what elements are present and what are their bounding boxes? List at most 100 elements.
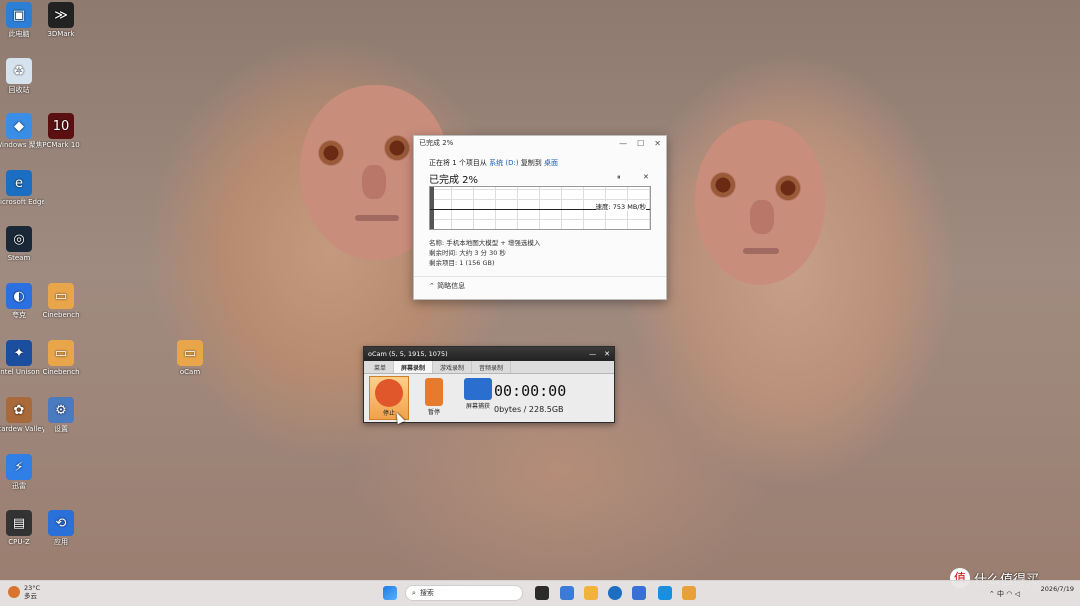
desktop-icon[interactable]: ▭ oCam xyxy=(165,340,215,377)
volume-icon: ◁ xyxy=(1014,590,1020,598)
ocam-title: oCam (5, 5, 1915, 1075) xyxy=(368,350,448,358)
app-icon: ◎ xyxy=(6,226,32,252)
app-icon: ▤ xyxy=(6,510,32,536)
monkey-eye xyxy=(384,135,410,161)
taskbar-clock[interactable]: 2026/7/19 xyxy=(1041,585,1074,593)
desktop-icon[interactable]: ⟲ 应用 xyxy=(36,510,86,547)
task-view-icon[interactable] xyxy=(535,586,549,600)
store-icon[interactable] xyxy=(632,586,646,600)
desktop-icon-label: Cinebench xyxy=(42,368,80,376)
clock-date: 2026/7/19 xyxy=(1040,585,1074,593)
monkey-mouth xyxy=(743,248,779,254)
recording-size: 0bytes / 228.5GB xyxy=(494,405,564,414)
copy-percent-label: 已完成 2% xyxy=(429,175,479,186)
app-icon: ⚙ xyxy=(48,397,74,423)
weather-temp: 23°C xyxy=(24,584,41,592)
app-icon: 10 xyxy=(48,113,74,139)
tray-chevron-icon: ⌃ xyxy=(988,590,995,598)
cancel-copy-button[interactable]: ✕ xyxy=(643,173,649,181)
weather-desc: 多云 xyxy=(24,592,37,600)
file-explorer-icon[interactable] xyxy=(584,586,598,600)
ocam-tab[interactable]: 游戏录制 xyxy=(433,361,473,373)
desktop-icon[interactable]: ♻ 回收站 xyxy=(0,58,44,95)
less-details-button[interactable]: ⌃ 简略信息 xyxy=(429,281,465,291)
app-icon: ♻ xyxy=(6,58,32,84)
file-copy-dialog[interactable]: 已完成 2% — ☐ ✕ 正在将 1 个项目从 系统 (D:) 复制到 桌面 已… xyxy=(413,135,667,300)
recording-timer: 00:00:00 xyxy=(494,382,567,400)
taskbar-app-icon[interactable] xyxy=(560,586,574,600)
desktop-icon[interactable]: e Microsoft Edge xyxy=(0,170,44,207)
app-icon: ⚡ xyxy=(6,454,32,480)
chevron-up-icon: ⌃ xyxy=(429,282,435,290)
copy-status-prefix: 正在将 1 个项目从 xyxy=(429,159,487,167)
app-icon: ◐ xyxy=(6,283,32,309)
stop-record-icon xyxy=(375,379,403,407)
app-icon: ▭ xyxy=(48,283,74,309)
app-icon: e xyxy=(6,170,32,196)
ime-indicator[interactable]: 中 xyxy=(997,590,1004,598)
desktop-icon[interactable]: ▭ Cinebench xyxy=(36,283,86,320)
ocam-taskbar-icon[interactable] xyxy=(682,586,696,600)
pause-button[interactable]: ⏸ xyxy=(617,173,621,182)
desktop-icon[interactable]: ⚙ 设置 xyxy=(36,397,86,434)
desktop-icon-label: PCMark 10 xyxy=(42,141,80,149)
minimize-icon[interactable]: — xyxy=(619,139,627,148)
ocam-tab-bar: 菜单 屏幕录制 游戏录制 音频录制 xyxy=(364,361,614,374)
app-icon: ⟲ xyxy=(48,510,74,536)
tool-label: 屏幕捕获 xyxy=(465,403,490,410)
desktop-icon-label: 3DMark xyxy=(47,30,75,38)
ocam-tab[interactable]: 菜单 xyxy=(367,361,395,373)
copy-destination-link[interactable]: 桌面 xyxy=(544,159,558,167)
copy-name-line: 名称: 手机本地图大模型 + 增强选模入 xyxy=(429,239,541,247)
screen-capture-button[interactable]: 屏幕捕获 xyxy=(459,376,497,418)
monkey-eye xyxy=(318,140,344,166)
copy-dialog-titlebar[interactable]: 已完成 2% — ☐ ✕ xyxy=(414,136,666,150)
desktop-icon[interactable]: ◎ Steam xyxy=(0,226,44,263)
edge-browser-icon[interactable] xyxy=(608,586,622,600)
copy-status-mid: 复制到 xyxy=(520,159,542,167)
copy-source-link[interactable]: 系统 (D:) xyxy=(489,159,518,167)
desktop-icon[interactable]: 10 PCMark 10 xyxy=(36,113,86,150)
copy-speed-graph: 速度: 753 MB/秒 xyxy=(429,186,651,230)
app-icon: ≫ xyxy=(48,2,74,28)
desktop-icon-label: Cinebench xyxy=(42,311,80,319)
taskbar-search-box[interactable]: ⌕ 搜索 xyxy=(405,585,523,601)
copy-speed-label: 速度: 753 MB/秒 xyxy=(595,201,646,211)
desktop-icon-label: 设置 xyxy=(54,425,68,433)
copy-items-line: 剩余项目: 1 (156 GB) xyxy=(429,259,495,267)
ocam-toolbar: 停止暂停 屏幕捕获 xyxy=(369,376,497,420)
app-icon: ✦ xyxy=(6,340,32,366)
wifi-icon: ◠ xyxy=(1006,590,1013,598)
desktop-icon-label: oCam xyxy=(179,368,201,376)
minimize-icon[interactable]: — xyxy=(589,350,596,358)
search-icon: ⌕ xyxy=(412,588,416,597)
copy-dialog-title: 已完成 2% xyxy=(419,139,454,147)
close-icon[interactable]: ✕ xyxy=(654,139,661,148)
desktop-icon[interactable]: ▭ Cinebench xyxy=(36,340,86,377)
taskbar: 23°C 多云 ⌕ 搜索 ⌃ 中 ◠ ◁ 2026/7/19 xyxy=(0,580,1080,606)
monitor-icon xyxy=(464,378,492,400)
app-icon: ▣ xyxy=(6,2,32,28)
less-details-label: 简略信息 xyxy=(437,282,466,290)
ocam-tab[interactable]: 音频录制 xyxy=(472,361,512,373)
ocam-titlebar[interactable]: oCam (5, 5, 1915, 1075) — ✕ xyxy=(364,347,614,361)
weather-widget[interactable]: 23°C 多云 xyxy=(8,584,40,600)
tool-label: 暂停 xyxy=(427,409,440,416)
close-icon[interactable]: ✕ xyxy=(604,350,610,358)
desktop-icon[interactable]: ≫ 3DMark xyxy=(36,2,86,39)
ocam-tab[interactable]: 屏幕录制 xyxy=(394,361,434,373)
start-button-icon[interactable] xyxy=(383,586,397,600)
system-tray[interactable]: ⌃ 中 ◠ ◁ xyxy=(989,589,1020,599)
desktop-icon[interactable]: ⚡ 迅雷 xyxy=(0,454,44,491)
pause-icon xyxy=(425,378,443,406)
copy-time-line: 剩余时间: 大约 3 分 30 秒 xyxy=(429,249,506,257)
stop-record-button[interactable]: 停止 xyxy=(369,376,409,420)
monkey-nose xyxy=(750,200,774,234)
pause-record-button[interactable]: 暂停 xyxy=(415,376,453,418)
desktop-icon-label: 迅雷 xyxy=(12,482,26,490)
maximize-icon[interactable]: ☐ xyxy=(637,139,644,148)
mail-icon[interactable] xyxy=(658,586,672,600)
desktop-icon-label: Steam xyxy=(7,254,31,262)
copy-status-line: 正在将 1 个项目从 系统 (D:) 复制到 桌面 xyxy=(429,158,558,168)
monkey-nose xyxy=(362,165,386,199)
